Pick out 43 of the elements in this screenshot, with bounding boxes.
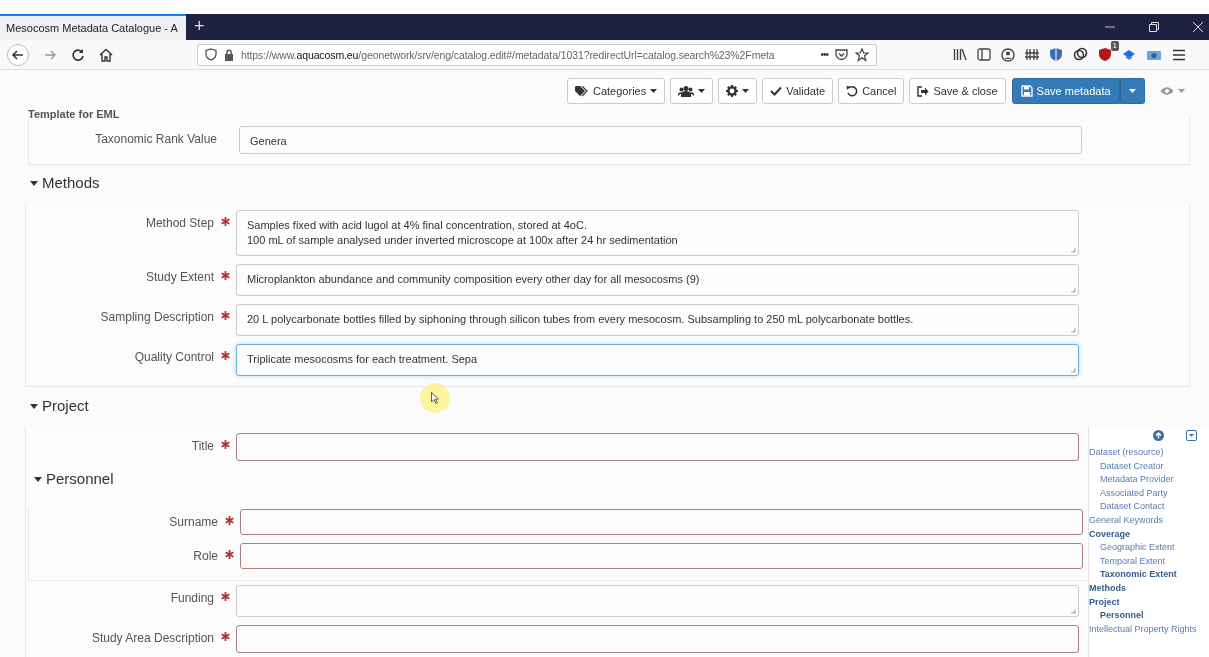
toolbar-button[interactable]: Save metadata	[1011, 78, 1120, 104]
field-label: Taxonomic Rank Value	[94, 131, 217, 146]
field-label: Role	[192, 548, 218, 563]
section-title[interactable]: Methods	[42, 174, 100, 192]
toolbar-button[interactable]: Categories	[567, 78, 666, 104]
text-area[interactable]: Triplicate mesocosms for each treatment. Sepa	[236, 344, 1079, 376]
field-label: Surname	[168, 514, 218, 529]
field-label: Sampling Description	[99, 309, 214, 324]
section-title[interactable]: Personnel	[46, 470, 114, 488]
input-field[interactable]: Genera	[239, 126, 1082, 154]
toc-link[interactable]: General Keywords	[1089, 513, 1209, 528]
browser-tab[interactable]: Mesocosm Metadata Catalogue - A	[0, 14, 186, 40]
field-label: Title	[190, 438, 214, 453]
toc-link[interactable]: Temporal Extent	[1089, 554, 1209, 569]
toc-link[interactable]: Project	[1089, 595, 1209, 610]
toolbar-button[interactable]: Validate	[762, 78, 834, 104]
field-label: Method Step	[144, 215, 214, 230]
template-title: Template for EML	[28, 108, 120, 120]
text-area[interactable]: 20 L polycarbonate bottles filled by siphoning through silicon tubes from every mesocosm. Subsampling to 250 mL polycarbonate bottles.	[236, 304, 1079, 336]
section-title[interactable]: Project	[42, 397, 89, 415]
toc-link[interactable]: Dataset (resource)	[1089, 446, 1209, 460]
text-area[interactable]: Samples fixed with acid lugol at 4% final concentration, stored at 4oC. 100 mL of sample analysed under inverted microscope at 100x after 24 hr sedimentation	[236, 210, 1079, 256]
field-label: Quality Control	[133, 349, 214, 364]
field-label: Funding	[169, 590, 214, 605]
toc-link[interactable]: Dataset Creator	[1089, 459, 1209, 474]
toolbar-button[interactable]: Save & close	[909, 78, 1006, 104]
more-button[interactable]: •••	[820, 49, 828, 60]
address-bar[interactable]: https://www.aquacosm.eu/geonetwork/srv/eng/catalog.edit#/metadata/1031?redirectUrl=catalog.search%23%2Fmeta •••	[197, 43, 877, 66]
new-tab-button[interactable]: +	[186, 14, 213, 40]
toc-link[interactable]: Personnel	[1089, 609, 1209, 623]
count-badge: 1	[1110, 41, 1119, 51]
text-area[interactable]: Microplankton abundance and community composition every other day for all mesocosms (9)	[236, 264, 1079, 296]
toc-link[interactable]: Methods	[1089, 581, 1209, 596]
field-label: Study Extent	[144, 269, 214, 284]
toc-link[interactable]: Associated Party	[1089, 486, 1209, 501]
toc-link[interactable]: Taxonomic Extent	[1089, 568, 1209, 582]
toc-link[interactable]: Metadata Provider	[1089, 473, 1209, 487]
toc-link[interactable]: Intellectual Property Rights	[1089, 622, 1209, 637]
field-label: Study Area Description	[90, 630, 214, 645]
toolbar-button[interactable]: Cancel	[838, 78, 905, 104]
toc-link[interactable]: Geographic Extent	[1089, 541, 1209, 555]
toc-link[interactable]: Coverage	[1089, 527, 1209, 542]
toc-link[interactable]: Dataset Contact	[1089, 500, 1209, 514]
